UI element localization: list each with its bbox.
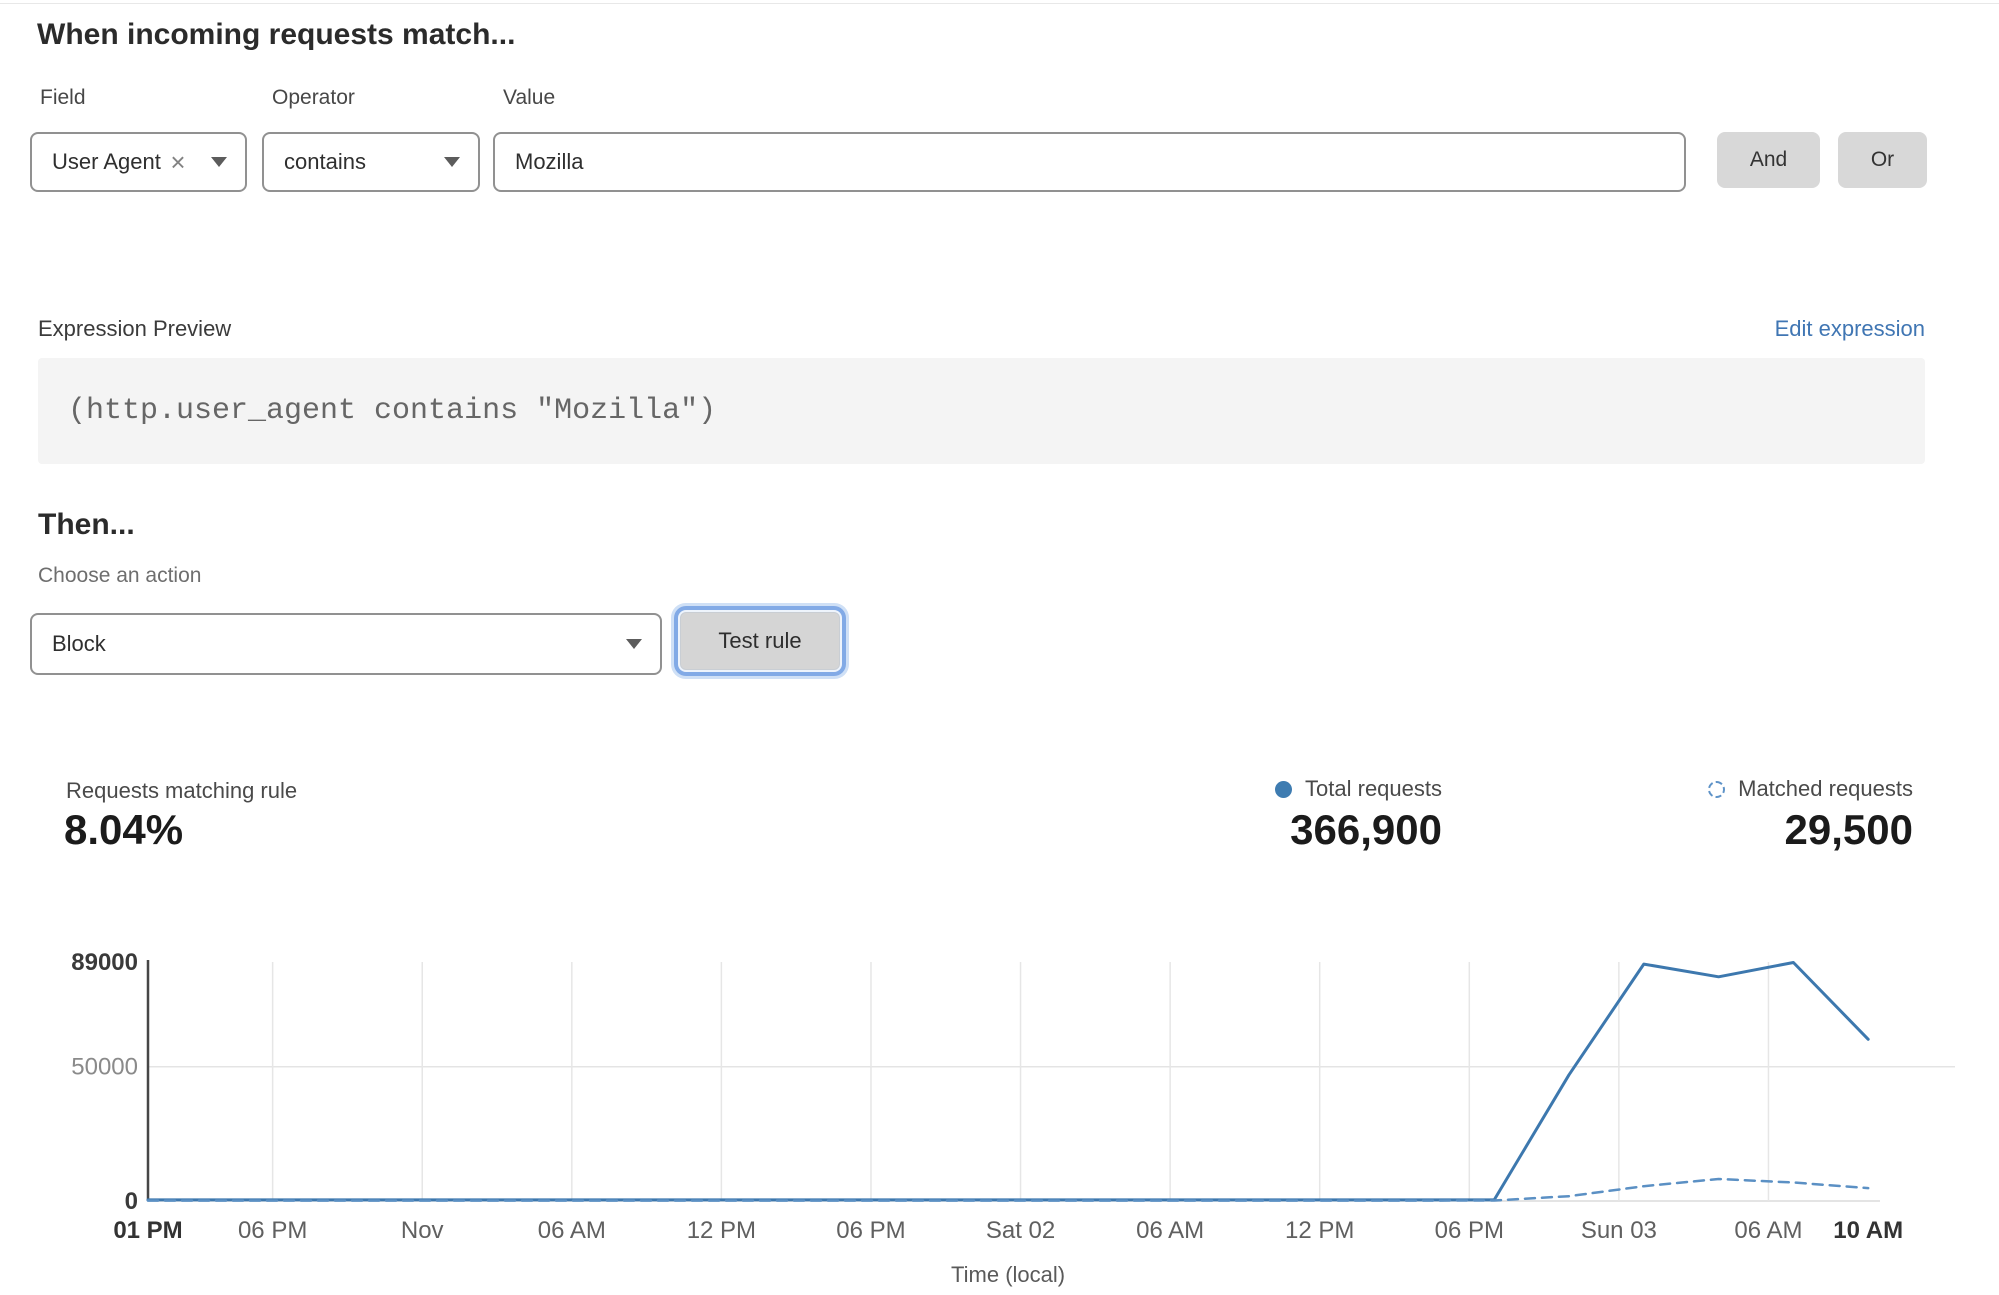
x-tick-label: 06 PM — [836, 1217, 905, 1244]
value-input-text: Mozilla — [515, 149, 583, 175]
y-tick-label: 0 — [125, 1188, 138, 1215]
y-tick-label: 89000 — [71, 949, 138, 976]
dashed-circle-icon — [1708, 781, 1725, 798]
field-select-value: User Agent — [52, 149, 161, 175]
or-button[interactable]: Or — [1838, 132, 1927, 188]
chevron-down-icon — [444, 157, 460, 167]
then-title: Then... — [38, 508, 135, 542]
field-select[interactable]: User Agent × — [30, 132, 247, 192]
x-tick-label: 12 PM — [1285, 1217, 1354, 1244]
matching-rule-value: 8.04% — [64, 806, 183, 854]
matched-requests-legend: Matched requests — [1708, 776, 1913, 802]
x-tick-label: 06 PM — [238, 1217, 307, 1244]
choose-action-label: Choose an action — [38, 564, 201, 588]
total-requests-value: 366,900 — [1290, 806, 1442, 854]
field-label: Field — [40, 86, 86, 110]
value-label: Value — [503, 86, 555, 110]
x-axis-title: Time (local) — [951, 1262, 1065, 1287]
requests-time-series-chart: 89000 50000 001 PM 06 PM Nov 06 AM 12 PM 06 PM S… — [0, 940, 1999, 1295]
expression-code: (http.user_agent contains "Mozilla") — [38, 394, 716, 428]
total-requests-line — [148, 963, 1868, 1200]
x-tick-label: 06 AM — [538, 1217, 606, 1244]
matched-requests-line — [148, 1179, 1868, 1201]
chevron-down-icon — [626, 639, 642, 649]
expression-preview-label: Expression Preview — [38, 316, 231, 342]
operator-select[interactable]: contains — [262, 132, 480, 192]
x-tick-label: Sat 02 — [986, 1217, 1055, 1244]
x-tick-label: Nov — [401, 1217, 444, 1244]
value-input[interactable]: Mozilla — [493, 132, 1686, 192]
page-title: When incoming requests match... — [37, 18, 515, 52]
firewall-rule-editor: { "rule_builder": { "heading": "When inc… — [0, 0, 1999, 1295]
test-rule-button[interactable]: Test rule — [680, 612, 840, 670]
x-tick-label: 06 PM — [1435, 1217, 1504, 1244]
x-tick-label: Sun 03 — [1581, 1217, 1657, 1244]
and-button[interactable]: And — [1717, 132, 1820, 188]
total-requests-legend: Total requests — [1275, 776, 1442, 802]
x-tick-label: 01 PM — [113, 1217, 182, 1244]
chevron-down-icon — [211, 157, 227, 167]
top-divider — [0, 3, 1999, 4]
action-select[interactable]: Block — [30, 613, 662, 675]
operator-select-value: contains — [284, 149, 366, 175]
x-tick-label: 06 AM — [1734, 1217, 1802, 1244]
total-requests-label: Total requests — [1305, 776, 1442, 802]
x-tick-label: 06 AM — [1136, 1217, 1204, 1244]
matched-requests-value: 29,500 — [1785, 806, 1913, 854]
matching-rule-label: Requests matching rule — [66, 778, 297, 804]
x-tick-label: 10 AM — [1833, 1217, 1903, 1244]
solid-dot-icon — [1275, 781, 1292, 798]
y-tick-label: 50000 — [71, 1054, 138, 1081]
action-select-value: Block — [52, 631, 106, 657]
matched-requests-label: Matched requests — [1738, 776, 1913, 802]
operator-label: Operator — [272, 86, 355, 110]
clear-field-icon[interactable]: × — [170, 149, 185, 175]
expression-code-block: (http.user_agent contains "Mozilla") — [38, 358, 1925, 464]
x-tick-label: 12 PM — [687, 1217, 756, 1244]
edit-expression-link[interactable]: Edit expression — [1775, 316, 1925, 342]
